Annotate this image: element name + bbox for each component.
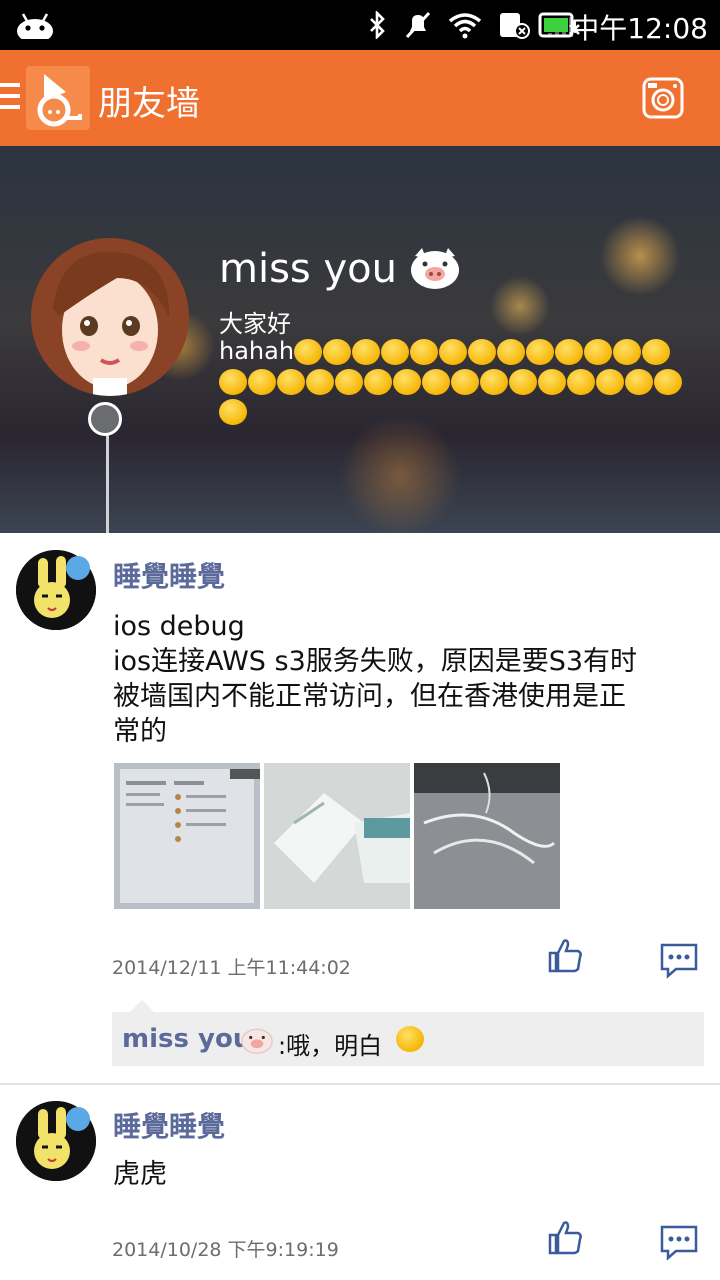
emoji-icon <box>294 339 323 365</box>
comment-item: miss you :哦，明白 <box>112 1000 704 1066</box>
pig-emoji-icon <box>241 1028 273 1054</box>
bio-text: hahah <box>219 337 295 365</box>
emoji-icon <box>248 369 276 395</box>
emoji-icon <box>567 369 595 395</box>
emoji-icon <box>538 369 566 395</box>
post-text-line: 虎虎 <box>113 1159 167 1190</box>
emoji-icon <box>277 369 305 395</box>
app-logo <box>26 66 90 130</box>
emoji-icon <box>625 369 653 395</box>
emoji-icon <box>335 369 363 395</box>
bunny-avatar-icon <box>16 550 96 630</box>
emoji-icon <box>654 369 682 395</box>
author-avatar[interactable] <box>16 1101 96 1181</box>
comment-text: :哦，明白 <box>278 1032 383 1060</box>
emoji-icon <box>596 369 624 395</box>
photo-thumbnail[interactable] <box>114 763 260 909</box>
post-text-line: ios连接AWS s3服务失败，原因是要S3有时 <box>113 646 638 677</box>
bluetooth-icon <box>370 11 385 39</box>
emoji-icon <box>422 369 450 395</box>
photo-thumbnail[interactable] <box>414 763 560 909</box>
comment-icon[interactable] <box>660 1223 698 1261</box>
wifi-icon <box>448 13 482 39</box>
post-card: 睡覺睡覺 虎虎 2014/10/28 下午9:19:19 <box>0 1085 720 1280</box>
profile-bio-line1: 大家好 <box>219 310 291 338</box>
comment-icon[interactable] <box>660 941 698 979</box>
emoji-icon <box>219 369 247 395</box>
post-timestamp: 2014/10/28 下午9:19:19 <box>112 1239 339 1261</box>
like-icon[interactable] <box>546 937 584 975</box>
emoji-icon <box>410 339 439 365</box>
post-card: 睡覺睡覺 ios debug ios连接AWS s3服务失败，原因是要S3有时 … <box>0 533 720 1083</box>
emoji-icon <box>323 339 352 365</box>
menu-icon[interactable] <box>0 83 20 113</box>
profile-avatar[interactable] <box>31 238 189 396</box>
photo-thumbnail[interactable] <box>264 763 410 909</box>
pig-emoji-icon <box>411 248 459 289</box>
post-author[interactable]: 睡覺睡覺 <box>113 555 225 595</box>
emoji-icon <box>451 369 479 395</box>
page-title: 朋友墙 <box>98 84 200 124</box>
post-author[interactable]: 睡覺睡覺 <box>113 1105 225 1145</box>
emoji-icon <box>468 339 497 365</box>
camera-icon[interactable] <box>642 77 684 119</box>
android-icon <box>17 13 53 39</box>
emoji-icon <box>480 369 508 395</box>
emoji-icon <box>352 339 381 365</box>
emoji-icon <box>509 369 537 395</box>
emoji-icon <box>642 339 671 365</box>
comment-author[interactable]: miss you <box>122 1024 251 1054</box>
like-icon[interactable] <box>546 1219 584 1257</box>
post-text: ios debug ios连接AWS s3服务失败，原因是要S3有时 被墙国内不… <box>113 609 693 749</box>
app-bar: 朋友墙 <box>0 50 720 146</box>
mute-icon <box>405 11 431 39</box>
emoji-icon <box>526 339 555 365</box>
sim-error-icon <box>500 13 530 39</box>
emoji-icon <box>393 369 421 395</box>
emoji-icon <box>439 339 468 365</box>
kiss-emoji-icon <box>396 1026 424 1052</box>
emoji-icon <box>613 339 642 365</box>
emoji-icon <box>306 369 334 395</box>
emoji-icon <box>555 339 584 365</box>
emoji-icon <box>497 339 526 365</box>
post-photos <box>114 763 560 909</box>
post-text: 虎虎 <box>113 1157 693 1192</box>
profile-cover: miss you 大家好 hahah <box>0 146 720 533</box>
author-avatar[interactable] <box>16 550 96 630</box>
status-time: 中午12:08 <box>571 12 708 45</box>
profile-name: miss you <box>219 246 397 292</box>
post-text-line: 被墙国内不能正常访问，但在香港使用是正 <box>113 681 626 712</box>
status-bar: 中午12:08 <box>0 0 720 50</box>
avatar-illustration <box>31 238 189 396</box>
logo-icon <box>37 74 82 127</box>
post-text-line: ios debug <box>113 611 245 642</box>
emoji-icon <box>219 399 247 425</box>
emoji-icon <box>584 339 613 365</box>
emoji-icon <box>364 369 392 395</box>
bunny-avatar-icon <box>16 1101 96 1181</box>
post-timestamp: 2014/12/11 上午11:44:02 <box>112 957 351 979</box>
emoji-icon <box>381 339 410 365</box>
post-text-line: 常的 <box>113 716 167 747</box>
timeline-dot <box>88 402 122 436</box>
profile-bio-line2: hahah <box>219 336 689 426</box>
